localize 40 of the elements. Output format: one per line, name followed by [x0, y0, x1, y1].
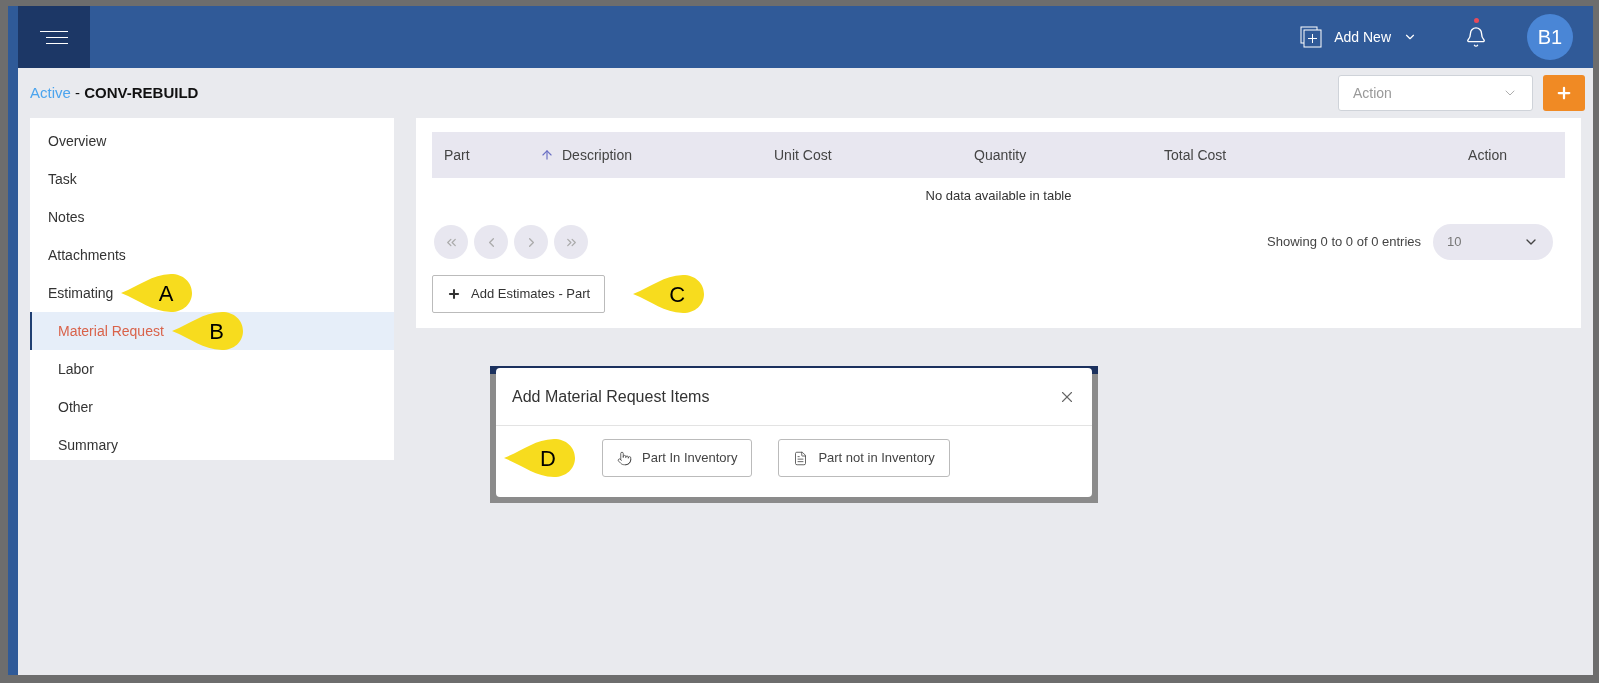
next-page-button[interactable]: [514, 225, 548, 259]
empty-table-message: No data available in table: [925, 187, 1072, 206]
add-button[interactable]: [1543, 75, 1585, 111]
last-page-button[interactable]: [554, 225, 588, 259]
callout-marker: C: [633, 274, 706, 314]
plus-icon: [447, 287, 461, 301]
column-header[interactable]: Part: [444, 144, 470, 166]
callout-marker: D: [504, 438, 576, 478]
dialog-title: Add Material Request Items: [512, 386, 710, 407]
callout-marker: A: [121, 273, 194, 313]
page-title: Active - CONV-REBUILD: [30, 82, 199, 103]
plus-icon: [1555, 84, 1573, 102]
add-new-button[interactable]: Add New: [1300, 26, 1417, 48]
column-header[interactable]: Action: [1468, 144, 1507, 166]
callout-marker: B: [171, 311, 244, 351]
column-header[interactable]: Total Cost: [1164, 144, 1227, 166]
sidebar-item[interactable]: Other: [30, 388, 394, 426]
hand-pointer-icon: [617, 450, 632, 466]
add-estimates-part-button[interactable]: Add Estimates - Part: [432, 275, 606, 313]
sidebar-item[interactable]: Material Request B: [30, 312, 394, 350]
sidebar-item[interactable]: Overview: [30, 122, 394, 160]
column-header[interactable]: Quantity: [974, 144, 1027, 166]
sidebar-item[interactable]: Task: [30, 160, 394, 198]
sidebar-item[interactable]: Summary: [30, 426, 394, 464]
document-icon: [793, 450, 809, 466]
user-avatar[interactable]: B1: [1527, 14, 1573, 60]
first-page-button[interactable]: [434, 225, 468, 259]
page-size-select[interactable]: 10: [1433, 224, 1553, 260]
sidebar-item[interactable]: Labor: [30, 350, 394, 388]
previous-page-button[interactable]: [474, 225, 508, 259]
entries-info: Showing 0 to 0 of 0 entries: [1267, 233, 1421, 252]
add-window-icon: [1300, 26, 1323, 48]
menu-button[interactable]: [18, 6, 90, 68]
sidebar-item[interactable]: Attachments: [30, 236, 394, 274]
dialog-option-button[interactable]: Part not in Inventory: [778, 439, 950, 477]
sidebar-item[interactable]: Notes: [30, 198, 394, 236]
column-header[interactable]: Description: [540, 144, 633, 166]
dialog-option-button[interactable]: Part In Inventory: [602, 439, 753, 477]
column-header[interactable]: Unit Cost: [774, 144, 832, 166]
sidebar-item[interactable]: Estimating A: [30, 274, 394, 312]
